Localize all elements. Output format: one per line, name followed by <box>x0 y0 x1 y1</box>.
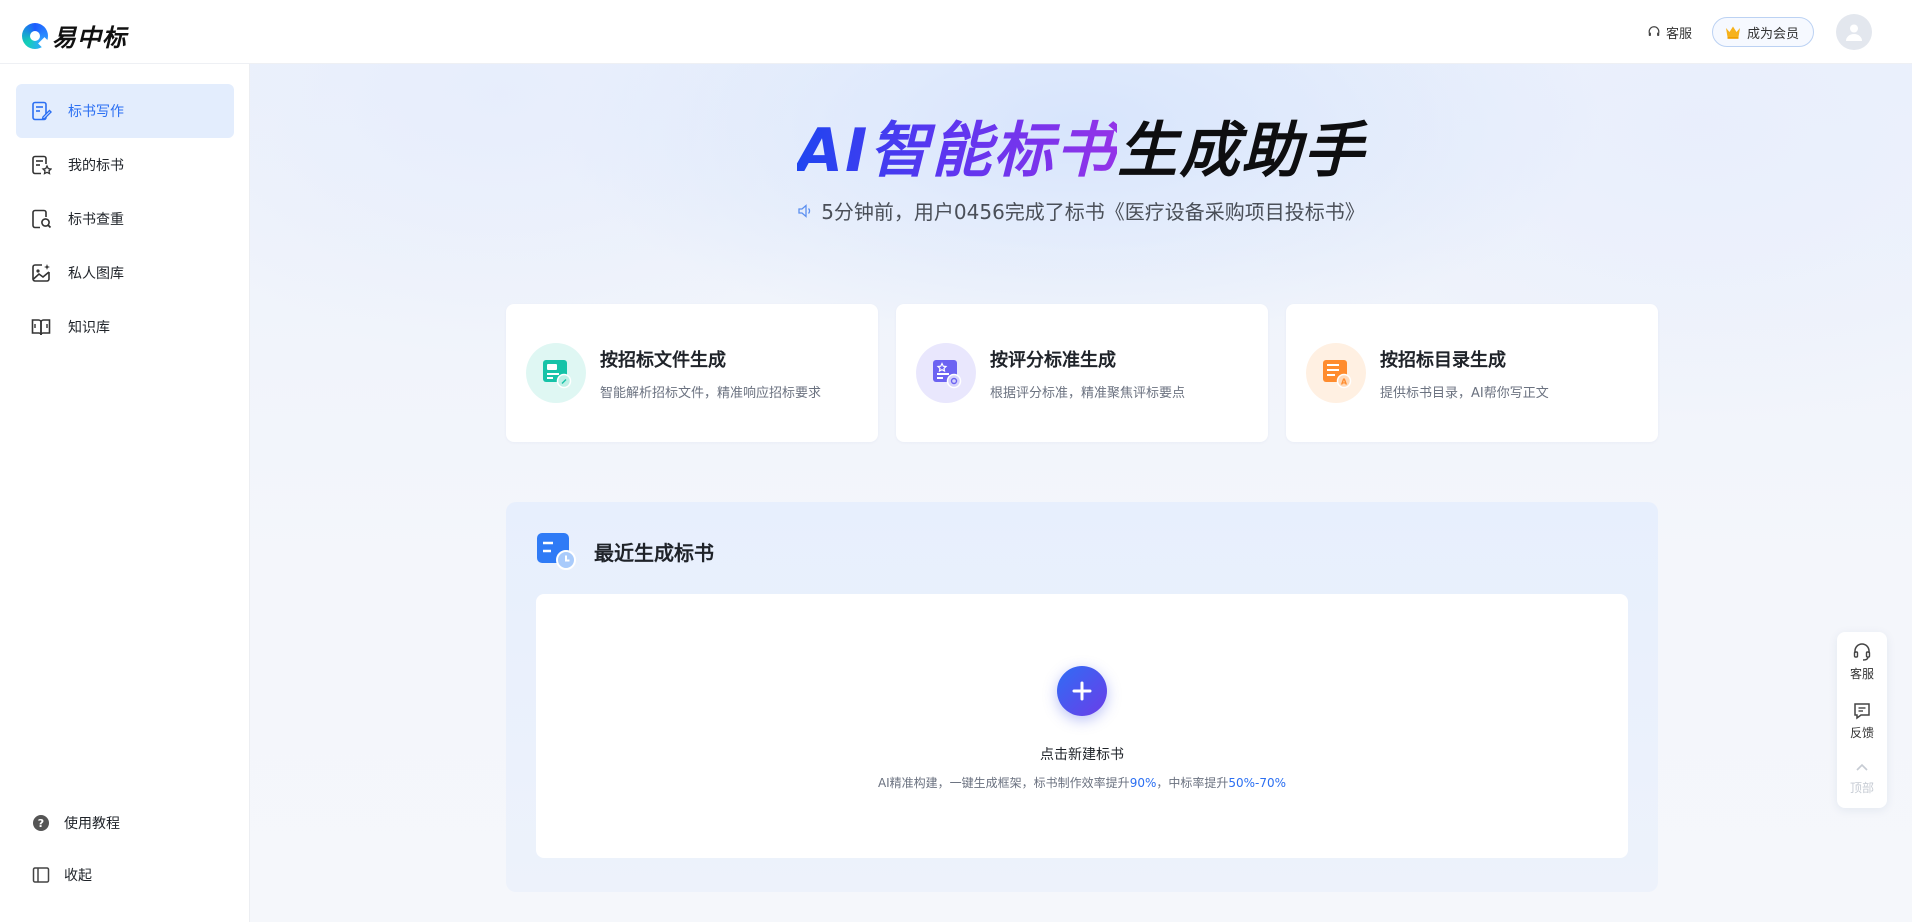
header-actions: 客服 成为会员 <box>1647 0 1912 64</box>
help-icon: ? <box>33 815 49 831</box>
new-bid-description: AI精准构建，一键生成框架，标书制作效率提升90%，中标率提升50%-70% <box>536 774 1628 791</box>
tutorial-link[interactable]: ? 使用教程 <box>32 813 120 833</box>
recent-document-icon <box>537 533 576 570</box>
become-member-button[interactable]: 成为会员 <box>1711 17 1814 47</box>
card-title: 按评分标准生成 <box>990 349 1116 371</box>
efficiency-stat: 90% <box>1129 776 1157 790</box>
customer-service-label: 客服 <box>1665 26 1692 42</box>
back-to-top-label: 顶部 <box>1849 781 1874 795</box>
plus-icon <box>1072 681 1092 701</box>
feedback-icon <box>1854 703 1870 720</box>
user-avatar[interactable] <box>1836 14 1872 50</box>
sidebar-item-label: 标书写作 <box>68 104 124 120</box>
logo-icon <box>22 22 48 49</box>
sidebar-item-private-gallery[interactable]: 私人图库 <box>16 246 234 300</box>
app-logo[interactable]: 易中标 <box>22 18 127 53</box>
card-title: 按招标目录生成 <box>1380 349 1506 371</box>
card-generate-by-scoring-standard[interactable]: 按评分标准生成 根据评分标准，精准聚焦评标要点 <box>896 304 1268 442</box>
become-member-label: 成为会员 <box>1746 26 1799 42</box>
back-to-top-button[interactable]: 顶部 <box>1837 760 1887 796</box>
tender-catalog-icon: A <box>1306 343 1366 403</box>
sidebar-item-bid-writing[interactable]: 标书写作 <box>16 84 234 138</box>
float-feedback-label: 反馈 <box>1849 726 1874 740</box>
sidebar-item-knowledge-base[interactable]: 知识库 <box>16 300 234 354</box>
starred-document-icon <box>32 155 52 175</box>
card-title: 按招标文件生成 <box>600 349 726 371</box>
activity-notice-text: 5分钟前，用户0456完成了标书《医疗设备采购项目投标书》 <box>821 200 1365 224</box>
sidebar-item-label: 标书查重 <box>68 212 124 228</box>
hero-title-gradient: AI智能标书 <box>796 116 1118 186</box>
hero-title-dark: 生成助手 <box>1117 116 1366 186</box>
document-search-icon <box>32 209 52 229</box>
sidebar: 标书写作 我的标书 标书查重 私人图库 知识库 ? 使用教程 收起 <box>0 64 250 922</box>
new-bid-desc-prefix: AI精准构建，一键生成框架，标书制作效率提升 <box>877 776 1130 790</box>
new-bid-button[interactable] <box>1057 666 1107 716</box>
headset-icon <box>1853 643 1871 661</box>
edit-document-icon <box>32 101 52 121</box>
user-icon <box>1846 24 1862 41</box>
top-header: 易中标 客服 成为会员 <box>0 0 1912 64</box>
collapse-label: 收起 <box>64 868 92 884</box>
card-desc: 提供标书目录，AI帮你写正文 <box>1380 385 1549 401</box>
card-generate-by-tender-catalog[interactable]: A 按招标目录生成 提供标书目录，AI帮你写正文 <box>1286 304 1658 442</box>
win-rate-stat: 50%-70% <box>1228 776 1287 790</box>
card-desc: 智能解析招标文件，精准响应招标要求 <box>600 385 822 401</box>
float-service-label: 客服 <box>1849 667 1874 681</box>
speaker-icon <box>798 203 811 218</box>
hero-title: AI智能标书生成助手 <box>250 102 1912 189</box>
collapse-sidebar-button[interactable]: 收起 <box>32 865 92 885</box>
float-service-button[interactable]: 客服 <box>1837 642 1887 682</box>
new-bid-label: 点击新建标书 <box>1040 747 1124 763</box>
tutorial-label: 使用教程 <box>64 816 120 832</box>
headset-icon <box>1648 26 1660 36</box>
new-bid-area[interactable]: 点击新建标书 AI精准构建，一键生成框架，标书制作效率提升90%，中标率提升50… <box>536 594 1628 858</box>
float-feedback-button[interactable]: 反馈 <box>1837 701 1887 741</box>
recent-bids-header: 最近生成标书 <box>536 532 714 570</box>
new-bid-desc-middle: ，中标率提升 <box>1156 776 1229 790</box>
sidebar-item-label: 我的标书 <box>68 158 124 174</box>
sidebar-item-label: 私人图库 <box>68 266 124 282</box>
svg-text:A: A <box>1341 378 1348 387</box>
recent-bids-panel: 最近生成标书 点击新建标书 AI精准构建，一键生成框架，标书制作效率提升90%，… <box>506 502 1658 892</box>
scoring-standard-icon <box>916 343 976 403</box>
tender-file-icon <box>526 343 586 403</box>
image-gallery-icon <box>32 264 50 282</box>
collapse-icon <box>32 867 50 883</box>
sidebar-item-duplicate-check[interactable]: 标书查重 <box>16 192 234 246</box>
app-name: 易中标 <box>52 24 127 52</box>
card-desc: 根据评分标准，精准聚焦评标要点 <box>990 385 1186 401</box>
floating-toolbar: 客服 反馈 顶部 <box>1837 632 1887 808</box>
sidebar-item-my-bids[interactable]: 我的标书 <box>16 138 234 192</box>
recent-bids-title: 最近生成标书 <box>594 540 714 565</box>
card-generate-by-tender-file[interactable]: 按招标文件生成 智能解析招标文件，精准响应招标要求 <box>506 304 878 442</box>
chevron-up-icon <box>1856 763 1868 771</box>
main-content: AI智能标书生成助手 5分钟前，用户0456完成了标书《医疗设备采购项目投标书》… <box>250 64 1912 922</box>
svg-text:?: ? <box>38 817 44 830</box>
crown-icon <box>1725 26 1740 39</box>
activity-notice: 5分钟前，用户0456完成了标书《医疗设备采购项目投标书》 <box>250 196 1912 225</box>
customer-service-link[interactable]: 客服 <box>1647 23 1692 42</box>
book-icon <box>31 319 51 336</box>
sidebar-item-label: 知识库 <box>68 320 110 336</box>
